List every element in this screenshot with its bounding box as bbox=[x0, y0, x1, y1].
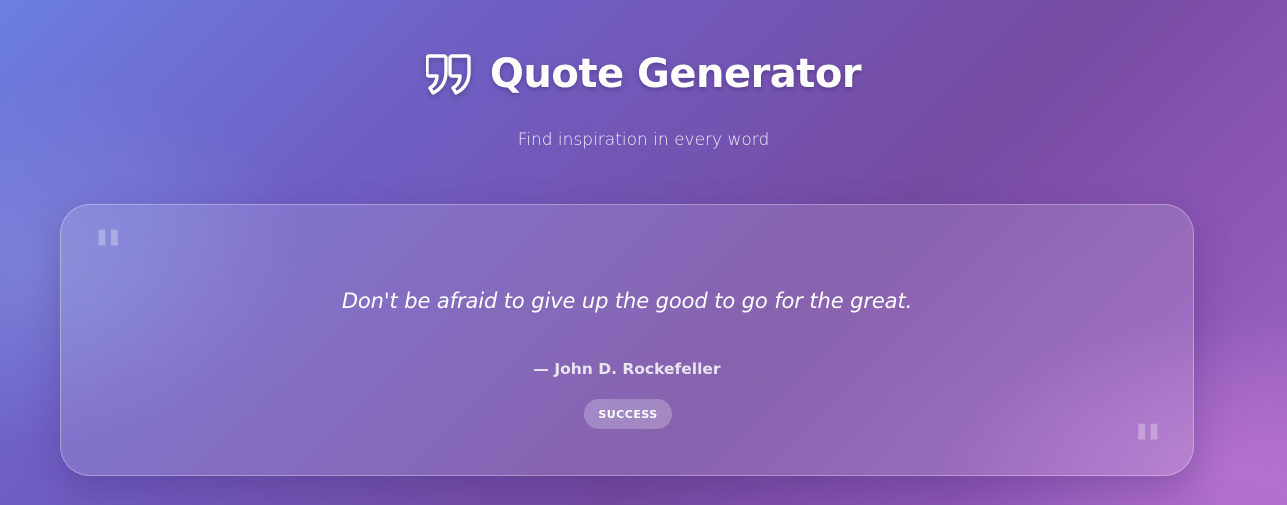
quote-close-icon: " bbox=[1132, 412, 1163, 480]
page-title: Quote Generator bbox=[489, 51, 862, 97]
quote-text: Don't be afraid to give up the good to g… bbox=[341, 289, 913, 313]
quote-card: " Don't be afraid to give up the good to… bbox=[60, 204, 1194, 476]
category-badge: SUCCESS bbox=[584, 399, 672, 429]
quote-left-icon bbox=[425, 52, 472, 96]
quote-open-icon: " bbox=[93, 218, 124, 286]
title-row: Quote Generator bbox=[0, 44, 1287, 104]
page-subtitle: Find inspiration in every word bbox=[517, 130, 770, 150]
quote-author: — John D. Rockefeller bbox=[533, 360, 721, 378]
